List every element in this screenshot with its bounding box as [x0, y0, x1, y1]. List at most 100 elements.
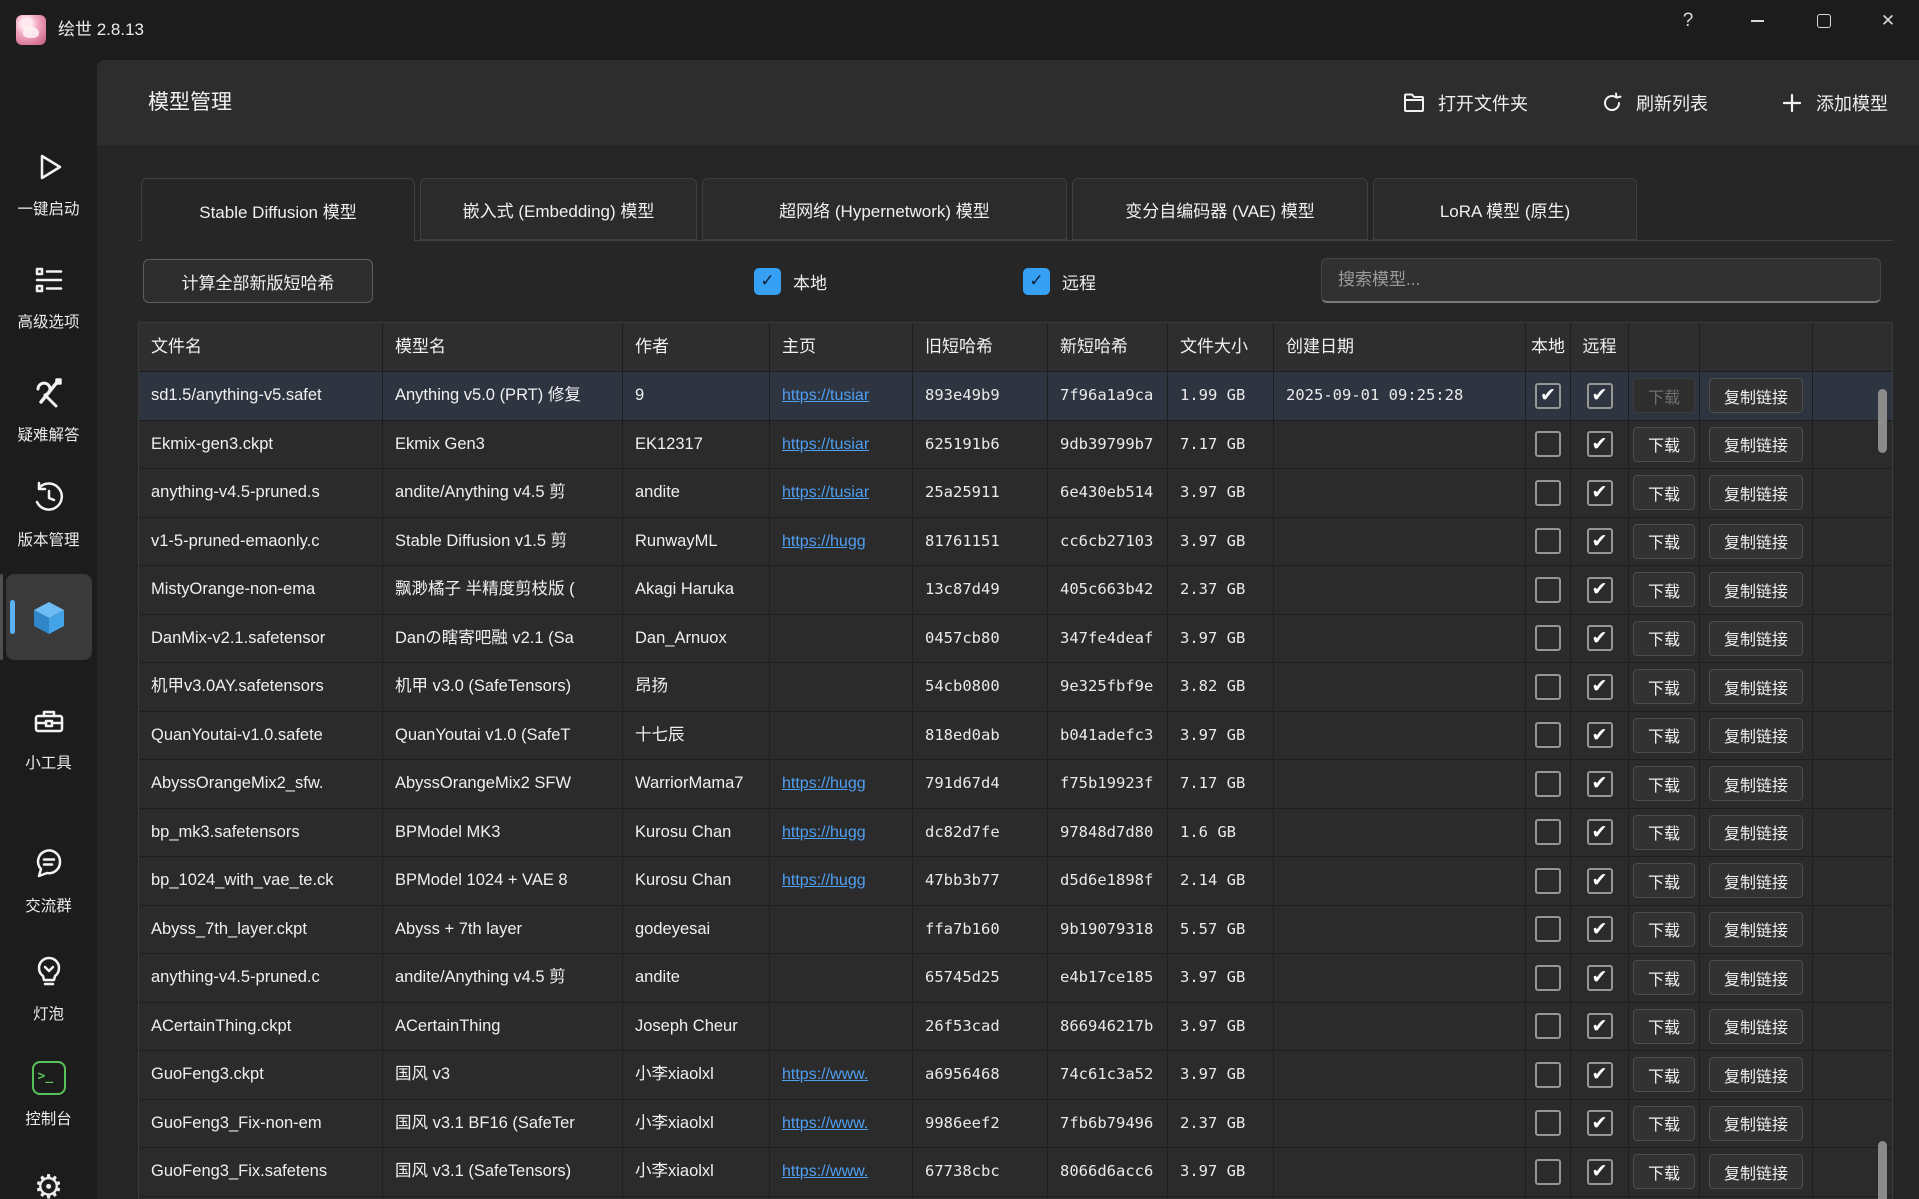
- download-button[interactable]: 下载: [1632, 426, 1695, 462]
- remote-checkbox[interactable]: ✔: [1586, 867, 1613, 894]
- table-row[interactable]: DanMix-v2.1.safetensor Danの瞎寄吧融 v2.1 (Sa D…: [139, 614, 1892, 663]
- table-row[interactable]: bp_1024_with_vae_te.ck BPModel 1024 + VAE…: [139, 857, 1892, 906]
- download-button[interactable]: 下载: [1632, 1008, 1695, 1044]
- homepage-link[interactable]: https://tusiar: [782, 484, 869, 501]
- copy-link-button[interactable]: 复制链接: [1708, 426, 1803, 462]
- local-checkbox[interactable]: [1535, 770, 1561, 797]
- copy-link-button[interactable]: 复制链接: [1708, 572, 1803, 608]
- copy-link-button[interactable]: 复制链接: [1708, 669, 1803, 705]
- sidebar-item-versions[interactable]: 版本管理: [0, 480, 97, 550]
- sidebar-scrollbar[interactable]: [0, 574, 3, 660]
- sidebar-item-console[interactable]: >_ 控制台: [0, 1061, 97, 1129]
- tab-hypernetwork[interactable]: 超网络 (Hypernetwork) 模型: [702, 178, 1067, 240]
- table-row[interactable]: anything-v4.5-pruned.c andite/Anything v4…: [139, 954, 1892, 1003]
- remote-checkbox[interactable]: ✔: [1586, 673, 1613, 700]
- copy-link-button[interactable]: 复制链接: [1708, 1008, 1803, 1044]
- download-button[interactable]: 下载: [1632, 814, 1695, 850]
- remote-checkbox[interactable]: ✔: [1586, 722, 1613, 749]
- homepage-link[interactable]: https://hugg: [782, 872, 866, 889]
- copy-link-button[interactable]: 复制链接: [1708, 766, 1803, 802]
- local-checkbox[interactable]: [1535, 1110, 1561, 1137]
- local-checkbox[interactable]: [1535, 1013, 1561, 1040]
- local-checkbox[interactable]: [1535, 528, 1561, 555]
- table-row[interactable]: Ekmix-gen3.ckpt Ekmix Gen3 EK12317 https://…: [139, 420, 1892, 469]
- download-button[interactable]: 下载: [1632, 960, 1695, 996]
- download-button[interactable]: 下载: [1632, 475, 1695, 511]
- table-row[interactable]: ACertainThing.ckpt ACertainThing Joseph Ch…: [139, 1002, 1892, 1051]
- tab-vae[interactable]: 变分自编码器 (VAE) 模型: [1072, 178, 1368, 240]
- copy-link-button[interactable]: 复制链接: [1708, 1057, 1803, 1093]
- remote-checkbox[interactable]: ✔: [1586, 625, 1613, 652]
- download-button[interactable]: 下载: [1632, 911, 1695, 947]
- compute-hash-button[interactable]: 计算全部新版短哈希: [143, 259, 373, 303]
- sidebar-item-models[interactable]: [6, 574, 92, 660]
- table-row[interactable]: MistyOrange-non-ema 飘渺橘子 半精度剪枝版 (Akagi Ha…: [139, 566, 1892, 615]
- table-row[interactable]: AbyssOrangeMix2_sfw. AbyssOrangeMix2 SFW W…: [139, 760, 1892, 809]
- remote-checkbox[interactable]: ✔: [1586, 528, 1613, 555]
- local-checkbox[interactable]: [1535, 867, 1561, 894]
- table-row[interactable]: GuoFeng3.ckpt 国风 v3 小李xiaolxl https://www. a…: [139, 1051, 1892, 1100]
- sidebar-item-troubleshoot[interactable]: 疑难解答: [0, 375, 97, 445]
- download-button[interactable]: 下载: [1632, 717, 1695, 753]
- table-row[interactable]: QuanYoutai-v1.0.safete QuanYoutai v1.0 (S…: [139, 711, 1892, 760]
- copy-link-button[interactable]: 复制链接: [1708, 1105, 1803, 1141]
- page-scrollbar-thumb[interactable]: [1878, 1141, 1887, 1199]
- download-button[interactable]: 下载: [1632, 766, 1695, 802]
- download-button[interactable]: 下载: [1632, 1057, 1695, 1093]
- copy-link-button[interactable]: 复制链接: [1708, 717, 1803, 753]
- sidebar-item-community[interactable]: 交流群: [0, 846, 97, 916]
- download-button[interactable]: 下载: [1632, 669, 1695, 705]
- local-checkbox[interactable]: [1535, 576, 1561, 603]
- remote-checkbox[interactable]: ✔: [1586, 819, 1613, 846]
- tab-embedding[interactable]: 嵌入式 (Embedding) 模型: [420, 178, 697, 240]
- refresh-list-button[interactable]: 刷新列表: [1600, 90, 1708, 116]
- local-checkbox[interactable]: [1535, 479, 1561, 506]
- copy-link-button[interactable]: 复制链接: [1708, 960, 1803, 996]
- copy-link-button[interactable]: 复制链接: [1708, 814, 1803, 850]
- remote-checkbox[interactable]: ✔: [1586, 1061, 1613, 1088]
- copy-link-button[interactable]: 复制链接: [1708, 911, 1803, 947]
- remote-checkbox[interactable]: ✔: [1586, 964, 1613, 991]
- copy-link-button[interactable]: 复制链接: [1708, 378, 1803, 414]
- download-button[interactable]: 下载: [1632, 1105, 1695, 1141]
- homepage-link[interactable]: https://www.: [782, 1066, 868, 1083]
- local-checkbox[interactable]: [1535, 916, 1561, 943]
- download-button[interactable]: 下载: [1632, 620, 1695, 656]
- add-model-button[interactable]: 添加模型: [1780, 90, 1888, 116]
- local-checkbox[interactable]: [1535, 673, 1561, 700]
- table-row[interactable]: sd1.5/anything-v5.safet Anything v5.0 (PR…: [139, 372, 1892, 421]
- copy-link-button[interactable]: 复制链接: [1708, 523, 1803, 559]
- sidebar-item-launch[interactable]: 一键启动: [0, 149, 97, 219]
- table-row[interactable]: 机甲v3.0AY.safetensors 机甲 v3.0 (SafeTensors…: [139, 663, 1892, 712]
- copy-link-button[interactable]: 复制链接: [1708, 620, 1803, 656]
- close-button[interactable]: ✕: [1873, 6, 1903, 36]
- copy-link-button[interactable]: 复制链接: [1708, 1154, 1803, 1190]
- remote-checkbox[interactable]: ✔: [1586, 1013, 1613, 1040]
- tab-lora[interactable]: LoRA 模型 (原生): [1373, 178, 1637, 240]
- table-row[interactable]: GuoFeng3_Fix-non-em 国风 v3.1 BF16 (SafeTer…: [139, 1099, 1892, 1148]
- remote-checkbox[interactable]: ✔: [1586, 382, 1613, 409]
- download-button[interactable]: 下载: [1632, 572, 1695, 608]
- local-filter-checkbox[interactable]: ✓ 本地: [754, 259, 827, 303]
- open-folder-button[interactable]: 打开文件夹: [1402, 90, 1528, 116]
- table-row[interactable]: Abyss_7th_layer.ckpt Abyss + 7th layer god…: [139, 905, 1892, 954]
- table-row[interactable]: bp_mk3.safetensors BPModel MK3 Kurosu Chan…: [139, 808, 1892, 857]
- local-checkbox[interactable]: [1535, 722, 1561, 749]
- download-button[interactable]: 下载: [1632, 378, 1695, 414]
- homepage-link[interactable]: https://www.: [782, 1163, 868, 1180]
- sidebar-item-settings[interactable]: ⚙ 设置: [0, 1169, 97, 1199]
- local-checkbox[interactable]: [1535, 1061, 1561, 1088]
- homepage-link[interactable]: https://tusiar: [782, 436, 869, 453]
- tab-stable-diffusion[interactable]: Stable Diffusion 模型: [141, 178, 415, 241]
- local-checkbox[interactable]: [1535, 625, 1561, 652]
- remote-checkbox[interactable]: ✔: [1586, 1158, 1613, 1185]
- remote-checkbox[interactable]: ✔: [1586, 1110, 1613, 1137]
- homepage-link[interactable]: https://www.: [782, 1115, 868, 1132]
- sidebar-item-advanced[interactable]: 高级选项: [0, 262, 97, 332]
- download-button[interactable]: 下载: [1632, 523, 1695, 559]
- table-scrollbar-thumb[interactable]: [1878, 389, 1887, 453]
- homepage-link[interactable]: https://hugg: [782, 824, 866, 841]
- remote-checkbox[interactable]: ✔: [1586, 576, 1613, 603]
- copy-link-button[interactable]: 复制链接: [1708, 475, 1803, 511]
- local-checkbox[interactable]: [1535, 431, 1561, 458]
